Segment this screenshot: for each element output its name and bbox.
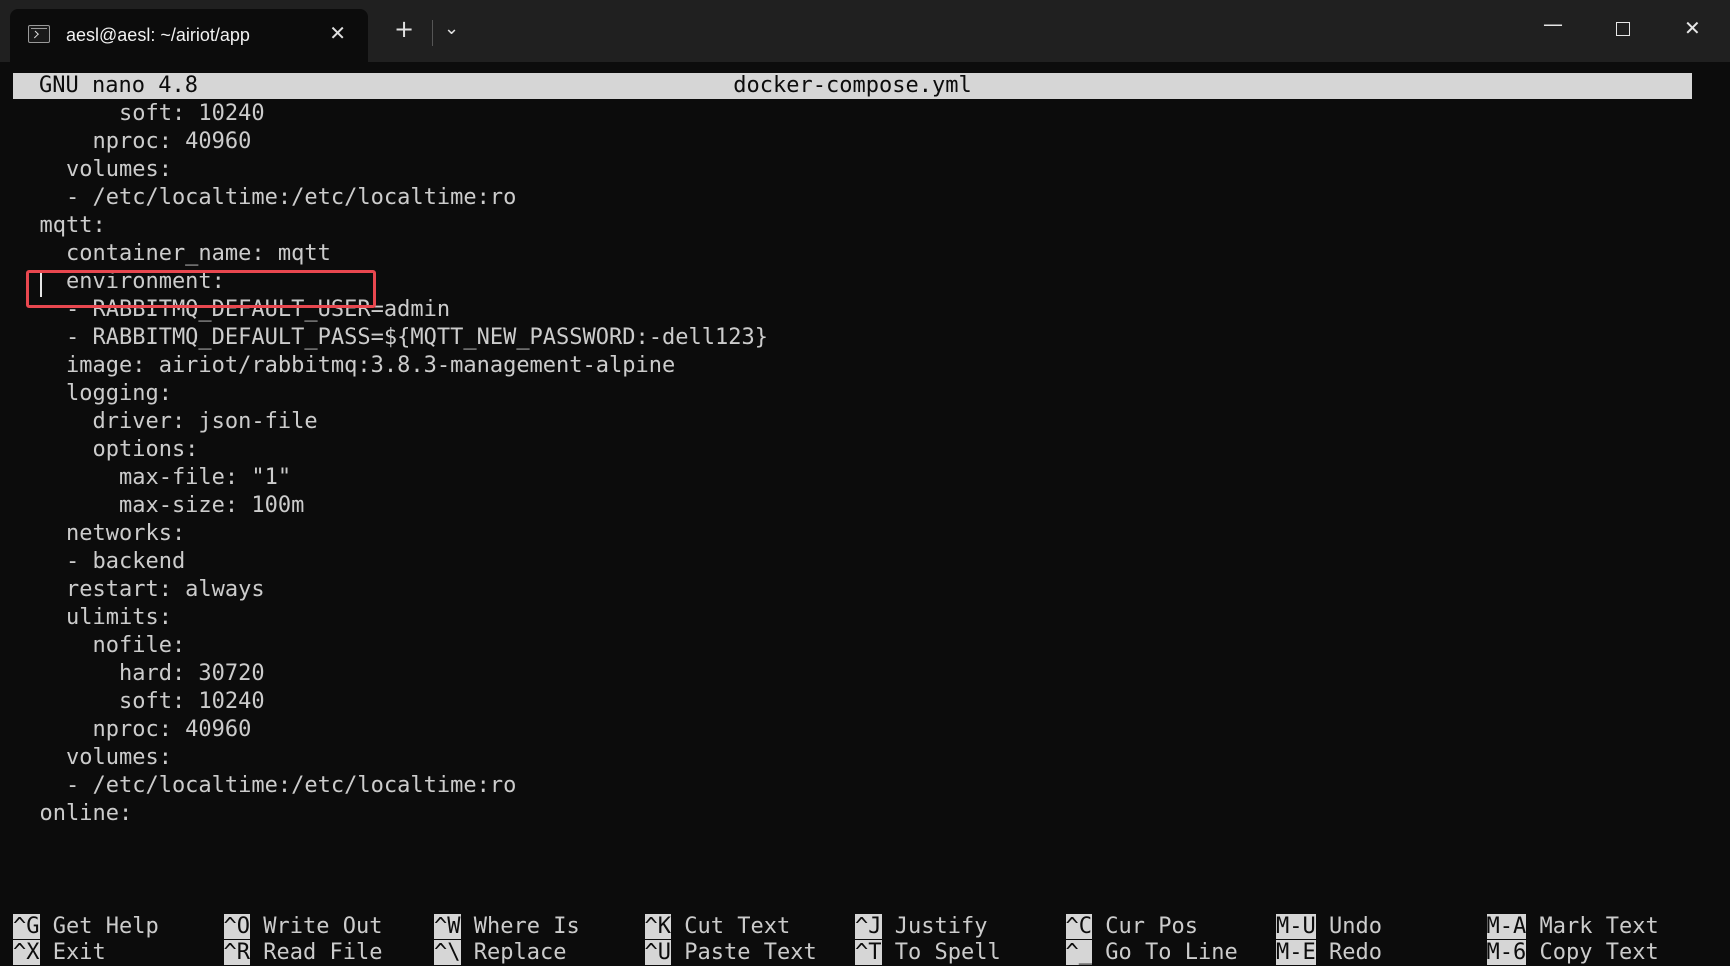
terminal-tab[interactable]: aesl@aesl: ~/airiot/app ✕ <box>10 9 368 62</box>
editor-line[interactable]: soft: 10240 <box>13 100 768 128</box>
editor-line[interactable]: options: <box>13 436 768 464</box>
shortcut-item: ^J Justify <box>855 914 987 940</box>
text-cursor <box>40 273 42 297</box>
terminal-icon <box>28 25 50 43</box>
editor-line[interactable]: logging: <box>13 380 768 408</box>
shortcut-label: To Spell <box>881 940 1001 965</box>
shortcut-label: Exit <box>39 940 106 965</box>
tab-title: aesl@aesl: ~/airiot/app <box>66 25 250 45</box>
close-window-button[interactable]: ✕ <box>1684 16 1701 40</box>
shortcut-label: Replace <box>460 940 567 965</box>
shortcut-item: ^R Read File <box>223 940 383 966</box>
editor-line[interactable]: online: <box>13 800 768 828</box>
title-bar: aesl@aesl: ~/airiot/app ✕ + ⌄ — ✕ <box>0 0 1730 62</box>
editor-line[interactable]: soft: 10240 <box>13 688 768 716</box>
shortcut-label: Go To Line <box>1092 940 1238 965</box>
highlight-box <box>26 270 376 308</box>
shortcut-label: Justify <box>881 914 988 939</box>
shortcut-key: ^J <box>855 914 882 939</box>
shortcut-item: M-E Redo <box>1276 940 1382 966</box>
new-tab-button[interactable]: + <box>394 17 414 41</box>
editor-line[interactable]: image: airiot/rabbitmq:3.8.3-management-… <box>13 352 768 380</box>
tab-close-icon[interactable]: ✕ <box>329 21 346 45</box>
editor-buffer[interactable]: soft: 10240 nproc: 40960 volumes: - /etc… <box>13 100 768 828</box>
editor-line[interactable]: restart: always <box>13 576 768 604</box>
shortcut-key: ^G <box>13 914 40 939</box>
shortcut-key: ^U <box>644 940 671 965</box>
nano-title-bar: GNU nano 4.8 docker-compose.yml <box>13 73 1692 99</box>
editor-line[interactable]: networks: <box>13 520 768 548</box>
shortcut-label: Cur Pos <box>1092 914 1198 939</box>
shortcut-item: M-6 Copy Text <box>1486 940 1659 966</box>
shortcut-label: Redo <box>1315 940 1382 965</box>
shortcut-key: M-A <box>1486 914 1527 939</box>
shortcut-key: M-6 <box>1486 940 1527 965</box>
maximize-button[interactable] <box>1616 22 1630 36</box>
shortcut-label: Cut Text <box>671 914 791 939</box>
nano-filename: docker-compose.yml <box>733 73 972 98</box>
editor-line[interactable]: volumes: <box>13 744 768 772</box>
shortcut-item: ^U Paste Text <box>644 940 817 966</box>
shortcut-item: M-U Undo <box>1276 914 1382 940</box>
shortcut-label: Paste Text <box>671 940 817 965</box>
shortcut-item: M-A Mark Text <box>1486 914 1659 940</box>
editor-line[interactable]: nofile: <box>13 632 768 660</box>
shortcut-label: Read File <box>250 940 383 965</box>
shortcut-item: ^O Write Out <box>223 914 383 940</box>
shortcut-item: ^T To Spell <box>855 940 1001 966</box>
editor-line[interactable]: - backend <box>13 548 768 576</box>
shortcut-key: ^T <box>855 940 882 965</box>
minimize-button[interactable]: — <box>1543 12 1563 36</box>
chevron-down-icon[interactable]: ⌄ <box>444 18 459 39</box>
shortcut-key: M-E <box>1276 940 1316 965</box>
shortcut-label: Get Help <box>39 914 159 939</box>
editor-line[interactable]: - RABBITMQ_DEFAULT_PASS=${MQTT_NEW_PASSW… <box>13 324 768 352</box>
shortcut-item: ^W Where Is <box>434 914 580 940</box>
shortcut-item: ^C Cur Pos <box>1065 914 1198 940</box>
shortcut-label: Undo <box>1315 914 1382 939</box>
shortcut-label: Copy Text <box>1526 940 1659 965</box>
shortcut-item: ^\ Replace <box>434 940 566 966</box>
editor-line[interactable]: hard: 30720 <box>13 660 768 688</box>
editor-line[interactable]: mqtt: <box>13 212 768 240</box>
shortcut-key: ^X <box>13 940 40 965</box>
terminal-area[interactable]: GNU nano 4.8 docker-compose.yml soft: 10… <box>0 62 1730 965</box>
shortcut-key: ^O <box>223 914 250 939</box>
shortcut-label: Write Out <box>250 914 383 939</box>
editor-line[interactable]: ulimits: <box>13 604 768 632</box>
tab-divider <box>432 20 433 46</box>
shortcut-key: ^_ <box>1065 940 1092 965</box>
shortcut-key: ^K <box>644 914 671 939</box>
shortcut-key: ^\ <box>434 940 461 965</box>
shortcut-item: ^K Cut Text <box>644 914 791 940</box>
shortcut-label: Where Is <box>460 914 580 939</box>
shortcut-key: ^R <box>223 940 250 965</box>
editor-line[interactable]: - /etc/localtime:/etc/localtime:ro <box>13 184 768 212</box>
editor-line[interactable]: max-file: "1" <box>13 464 768 492</box>
editor-line[interactable]: nproc: 40960 <box>13 128 768 156</box>
shortcut-item: ^X Exit <box>13 940 106 966</box>
shortcut-label: Mark Text <box>1526 914 1659 939</box>
editor-line[interactable]: nproc: 40960 <box>13 716 768 744</box>
editor-line[interactable]: volumes: <box>13 156 768 184</box>
shortcut-item: ^_ Go To Line <box>1065 940 1238 966</box>
editor-line[interactable]: - /etc/localtime:/etc/localtime:ro <box>13 772 768 800</box>
shortcut-key: M-U <box>1276 914 1316 939</box>
shortcut-key: ^C <box>1065 914 1092 939</box>
editor-line[interactable]: driver: json-file <box>13 408 768 436</box>
shortcut-key: ^W <box>434 914 461 939</box>
shortcut-item: ^G Get Help <box>13 914 159 940</box>
editor-line[interactable]: container_name: mqtt <box>13 240 768 268</box>
editor-line[interactable]: max-size: 100m <box>13 492 768 520</box>
